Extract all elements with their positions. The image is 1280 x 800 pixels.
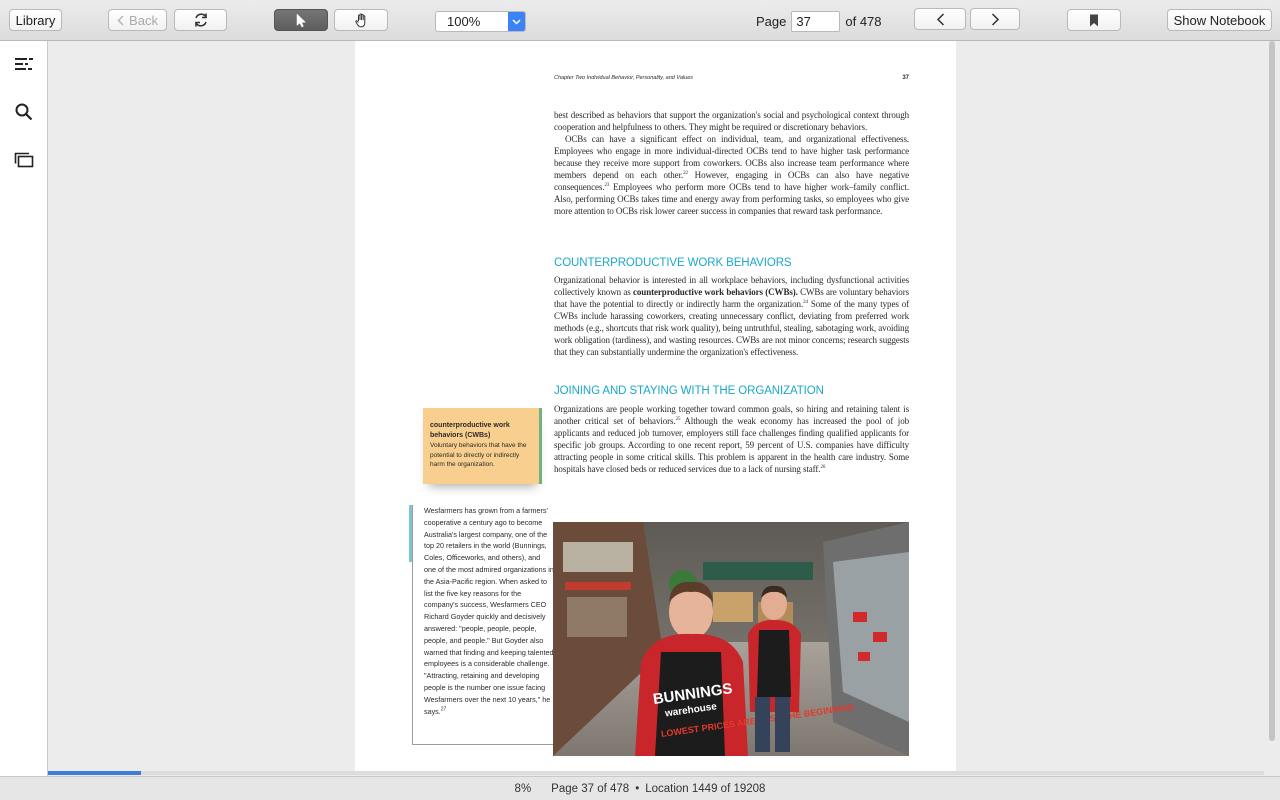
key-term-box: counterproductive work behaviors (CWBs) … <box>423 408 542 484</box>
page-number: 37 <box>902 75 909 81</box>
search-icon <box>15 103 33 121</box>
reading-progress-bar[interactable] <box>48 771 1264 775</box>
chevron-down-icon <box>512 18 521 25</box>
key-term-definition: Voluntary behaviors that have the potent… <box>430 442 527 468</box>
search-button[interactable] <box>12 100 36 124</box>
next-page-button[interactable] <box>970 8 1020 30</box>
previous-page-button[interactable] <box>914 8 966 30</box>
body-text-section-2: Organizational behavior is interested in… <box>554 274 909 358</box>
back-button-label: Back <box>129 12 158 28</box>
vertical-scrollbar[interactable] <box>1267 41 1278 743</box>
paragraph: OCBs can have a significant effect on in… <box>554 134 909 216</box>
body-text-section-1: best described as behaviors that support… <box>554 109 909 217</box>
page-label: Page <box>756 14 787 29</box>
hand-icon <box>354 12 365 27</box>
refresh-icon <box>194 13 207 27</box>
running-head-title: Chapter Two Individual Behavior, Persona… <box>554 75 694 81</box>
back-button[interactable]: Back <box>108 9 167 31</box>
sync-button[interactable] <box>174 9 227 31</box>
chevron-left-icon <box>936 12 944 26</box>
pan-tool-button[interactable] <box>334 9 388 31</box>
reading-area[interactable]: Chapter Two Individual Behavior, Persona… <box>48 41 1280 771</box>
book-page: Chapter Two Individual Behavior, Persona… <box>355 41 956 771</box>
section-heading-cwb: COUNTERPRODUCTIVE WORK BEHAVIORS <box>554 257 792 269</box>
running-head: Chapter Two Individual Behavior, Persona… <box>554 75 909 81</box>
status-bar: 8% Page 37 of 478 • Location 1449 of 192… <box>0 776 1280 800</box>
paragraph: best described as behaviors that support… <box>554 110 909 132</box>
status-percent: 8% <box>514 782 532 795</box>
zoom-dropdown-arrow[interactable] <box>508 12 525 31</box>
show-notebook-button[interactable]: Show Notebook <box>1167 9 1272 31</box>
store-photo-illustration: BUNNINGS warehouse LOWEST PRICES ARE JUS… <box>553 522 909 756</box>
body-text-section-3: Organizations are people working togethe… <box>554 403 909 475</box>
reading-progress-fill <box>48 771 142 775</box>
flashcards-button[interactable] <box>12 148 36 172</box>
key-term-title: counterproductive work behaviors (CWBs) <box>430 422 510 439</box>
flashcards-icon <box>14 152 34 168</box>
bookmark-icon <box>1090 14 1098 26</box>
show-notebook-label: Show Notebook <box>1173 12 1266 28</box>
select-tool-button[interactable] <box>274 9 328 31</box>
toc-icon <box>15 58 33 70</box>
zoom-value: 100% <box>447 14 481 29</box>
page-navigator: Page of 478 <box>756 11 882 32</box>
chevron-right-icon <box>991 12 999 26</box>
paragraph: Organizational behavior is interested in… <box>554 275 909 357</box>
sidebar <box>0 41 48 776</box>
chevron-left-icon <box>117 14 124 26</box>
cursor-arrow-icon <box>296 12 306 27</box>
page-count: of 478 <box>845 14 882 29</box>
library-button-label: Library <box>15 12 56 28</box>
paragraph: Organizations are people working togethe… <box>554 404 909 474</box>
status-separator: • <box>635 782 640 795</box>
zoom-select[interactable]: 100% <box>435 11 526 32</box>
status-location: Location 1449 of 19208 <box>645 782 766 795</box>
bookmark-button[interactable] <box>1067 9 1121 31</box>
caption-accent-bar <box>409 505 412 562</box>
library-button[interactable]: Library <box>9 9 62 31</box>
page-number-input[interactable] <box>791 11 841 32</box>
photo-caption: Wesfarmers has grown from a farmers' coo… <box>409 505 554 745</box>
scrollbar-thumb[interactable] <box>1269 41 1275 741</box>
status-page-info: Page 37 of 478 <box>551 782 630 795</box>
section-heading-joining: JOINING AND STAYING WITH THE ORGANIZATIO… <box>554 385 824 397</box>
table-of-contents-button[interactable] <box>12 52 36 76</box>
store-photo: BUNNINGS warehouse LOWEST PRICES ARE JUS… <box>553 522 909 756</box>
toolbar: Library Back 100% Page of 478 <box>0 0 1280 41</box>
